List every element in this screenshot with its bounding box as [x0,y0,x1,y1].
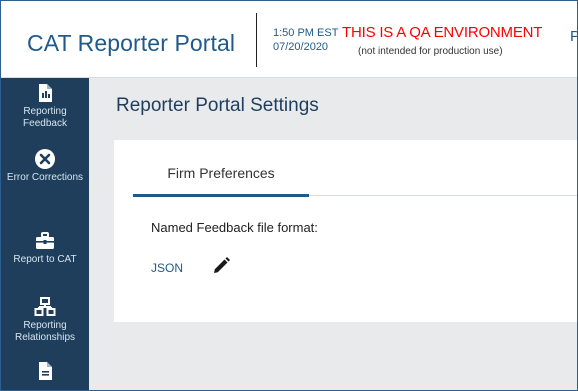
sidebar-item-reporting-relationships[interactable]: Reporting Relationships [1,296,89,344]
header-divider [256,13,257,67]
tab-firm-preferences[interactable]: Firm Preferences [133,162,309,197]
sidebar-item-document[interactable] [1,360,89,384]
top-header: CAT Reporter Portal 1:50 PM EST 07/20/20… [1,1,577,78]
sidebar-item-label: Report to CAT [13,254,77,265]
sidebar-item-error-corrections[interactable]: Error Corrections [1,148,89,184]
tab-divider [309,195,577,196]
hierarchy-icon [34,297,56,316]
sidebar-nav: Reporting Feedback Error Corrections Rep… [1,78,89,390]
qa-environment-banner: THIS IS A QA ENVIRONMENT [342,24,543,41]
feedback-format-value: JSON [151,261,184,275]
error-x-icon [35,149,55,169]
app-title[interactable]: CAT Reporter Portal [27,30,235,57]
feedback-format-label: Named Feedback file format: [151,220,318,235]
sidebar-item-label: Error Corrections [6,172,84,183]
sidebar-item-reporting-feedback[interactable]: Reporting Feedback [1,82,89,130]
page-title: Reporter Portal Settings [116,95,319,116]
main-content: Reporter Portal Settings Firm Preference… [89,78,577,390]
pencil-icon[interactable] [210,255,232,277]
current-time: 1:50 PM EST [273,27,339,39]
app-window: CAT Reporter Portal 1:50 PM EST 07/20/20… [0,0,578,391]
header-trailing-text[interactable]: P [570,28,577,45]
document-icon [39,84,52,102]
qa-environment-subtext: (not intended for production use) [358,46,503,57]
settings-card: Firm Preferences Named Feedback file for… [114,140,577,322]
document-icon [39,362,52,380]
sidebar-item-label: Reporting Feedback [23,106,67,129]
sidebar-item-label: Reporting Relationships [14,320,76,343]
sidebar-item-report-to-cat[interactable]: Report to CAT [1,230,89,266]
current-date: 07/20/2020 [273,41,329,53]
briefcase-icon [36,232,54,249]
